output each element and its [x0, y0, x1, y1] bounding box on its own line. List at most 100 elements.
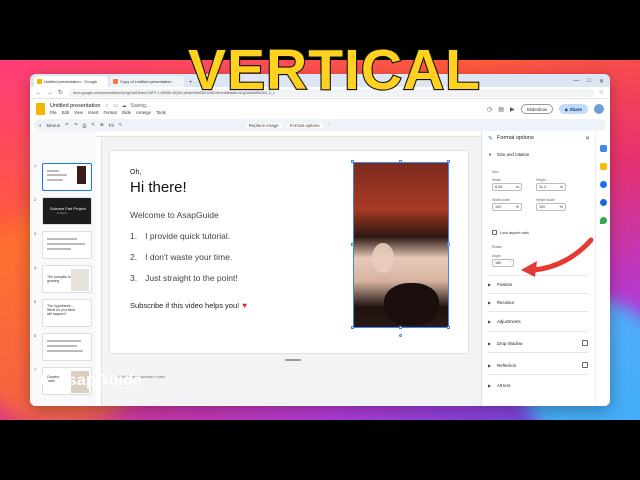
menu-arrange[interactable]: Arrange: [136, 110, 151, 115]
section-size-rotation[interactable]: ▼ Size and rotation: [488, 152, 588, 157]
tab-copy-presentation[interactable]: Copy of Untitled presentation: [110, 76, 184, 87]
share-button[interactable]: 🔒︎ Share: [559, 104, 588, 114]
rotate-handle[interactable]: [399, 334, 402, 337]
menu-format[interactable]: Format: [103, 110, 116, 115]
overlay-headline: VERTICAL: [187, 38, 481, 102]
slide-heading[interactable]: Hi there!: [130, 179, 187, 196]
star-icon[interactable]: ☆: [104, 103, 108, 109]
section-position[interactable]: ▶ Position: [488, 282, 588, 287]
lock-icon: 🔒︎: [565, 106, 568, 112]
resize-handle[interactable]: [351, 160, 354, 163]
close-icon[interactable]: ✕: [585, 135, 590, 142]
height-field[interactable]: 11.4 in: [536, 183, 566, 191]
menu-view[interactable]: View: [74, 110, 83, 115]
list-item[interactable]: 4 The pumpkin is growing: [34, 265, 94, 293]
list-item[interactable]: 5 The hypothesis… What do you think will…: [34, 299, 94, 327]
document-title[interactable]: Untitled presentation: [50, 103, 100, 109]
menu-insert[interactable]: Insert: [88, 110, 98, 115]
brand-watermark: AsapGuide: [36, 372, 142, 390]
zoom-select[interactable]: Fit: [109, 123, 114, 128]
height-scale-field[interactable]: 100%: [536, 203, 566, 211]
slide-thumbnail[interactable]: [42, 231, 92, 259]
resize-handle[interactable]: [447, 243, 450, 246]
slides-logo-icon[interactable]: [36, 103, 45, 115]
selected-image[interactable]: [353, 162, 449, 328]
comment-icon[interactable]: ▤: [498, 106, 504, 113]
list-item[interactable]: 2 Science Fair Project by Name: [34, 197, 94, 225]
keep-icon[interactable]: [600, 163, 607, 170]
close-window-button[interactable]: ✕: [599, 78, 604, 85]
resize-handle[interactable]: [351, 243, 354, 246]
search-icon[interactable]: ⌕: [39, 123, 42, 128]
list-item[interactable]: 1: [34, 163, 94, 191]
slide-text-oh[interactable]: Oh,: [130, 169, 141, 176]
menu-edit[interactable]: Edit: [62, 110, 69, 115]
slide-thumbnail[interactable]: [42, 333, 92, 361]
meet-icon[interactable]: ▶: [510, 106, 515, 113]
slideshow-button[interactable]: Slideshow: [520, 104, 554, 114]
move-folder-icon[interactable]: ▭: [113, 103, 118, 109]
maps-icon[interactable]: [600, 217, 607, 224]
replace-image-button[interactable]: Replace image: [245, 122, 282, 128]
thumbnail-subtitle: by Name: [57, 212, 68, 215]
speaker-notes-drag-handle[interactable]: [285, 359, 301, 361]
lock-aspect-checkbox[interactable]: Lock aspect ratio: [492, 230, 529, 235]
print-icon[interactable]: ⎙: [83, 123, 87, 128]
maximize-button[interactable]: □: [587, 78, 591, 85]
tab-untitled-presentation[interactable]: Untitled presentation - Google: [34, 76, 108, 87]
list-item[interactable]: 3: [34, 231, 94, 259]
reload-icon[interactable]: ↻: [58, 89, 63, 96]
cloud-status-icon: ☁: [121, 103, 127, 109]
slide-thumbnail[interactable]: The hypothesis… What do you think will h…: [42, 299, 92, 327]
resize-handle[interactable]: [399, 326, 402, 329]
minimize-button[interactable]: —: [573, 78, 579, 85]
slide-thumbnail[interactable]: [42, 163, 92, 191]
format-options-button[interactable]: Format options: [286, 122, 323, 128]
resize-handle[interactable]: [447, 160, 450, 163]
cursor-icon[interactable]: ↖: [119, 122, 123, 128]
chevron-right-icon: ▶: [488, 300, 492, 305]
resize-handle[interactable]: [399, 160, 402, 163]
slide-thumbnail[interactable]: The pumpkin is growing: [42, 265, 92, 293]
section-recolour[interactable]: ▶ Recolour: [488, 300, 588, 305]
list-item[interactable]: 6: [34, 333, 94, 361]
resize-handle[interactable]: [351, 326, 354, 329]
menu-file[interactable]: File: [50, 110, 57, 115]
angle-field[interactable]: 180 °: [492, 259, 514, 267]
back-arrow-icon[interactable]: ←: [36, 90, 42, 96]
width-scale-field[interactable]: 100%: [492, 203, 522, 211]
reflection-checkbox[interactable]: [582, 362, 588, 368]
more-options-icon[interactable]: ⋮: [328, 122, 333, 128]
menu-tools[interactable]: Tools: [156, 110, 166, 115]
section-alt-text[interactable]: ▶ Alt text: [488, 383, 588, 388]
section-adjustments[interactable]: ▶ Adjustments: [488, 319, 588, 324]
current-slide[interactable]: Oh, Hi there! Welcome to AsapGuide 1. I p…: [110, 151, 468, 353]
drop-shadow-checkbox[interactable]: [582, 340, 588, 346]
window-controls: — □ ✕: [567, 78, 610, 87]
tasks-icon[interactable]: [600, 181, 607, 188]
avatar[interactable]: [594, 104, 604, 114]
slide-thumbnail[interactable]: Science Fair Project by Name: [42, 197, 92, 225]
format-options-icon: ✎: [488, 135, 494, 142]
undo-icon[interactable]: ↶: [65, 122, 69, 128]
section-reflection[interactable]: ▶ Reflection: [488, 362, 588, 368]
section-drop-shadow[interactable]: ▶ Drop shadow: [488, 340, 588, 346]
slide-welcome-text[interactable]: Welcome to AsapGuide: [130, 210, 219, 220]
resize-handle[interactable]: [447, 326, 450, 329]
calendar-icon[interactable]: [600, 145, 607, 152]
slide-subscribe-text[interactable]: Subscribe if this video helps you! ♥: [130, 301, 247, 310]
slide-list[interactable]: 1. I provide quick tutorial. 2. I don't wa…: [130, 231, 238, 294]
width-field[interactable]: 6.54 in: [492, 183, 522, 191]
redo-icon[interactable]: ↷: [74, 122, 78, 128]
bookmark-star-icon[interactable]: ☆: [599, 89, 604, 96]
slide-number: 6: [34, 333, 37, 338]
menu-slide[interactable]: Slide: [122, 110, 131, 115]
width-label: Width: [492, 178, 501, 182]
heart-icon: ♥: [242, 301, 247, 310]
history-icon[interactable]: ◷: [487, 106, 492, 113]
zoom-icon[interactable]: ⊕: [100, 122, 104, 128]
menus-search[interactable]: Menus: [47, 123, 61, 128]
forward-arrow-icon[interactable]: →: [47, 90, 53, 96]
paint-format-icon[interactable]: ✎: [91, 122, 95, 128]
contacts-icon[interactable]: [600, 199, 607, 206]
